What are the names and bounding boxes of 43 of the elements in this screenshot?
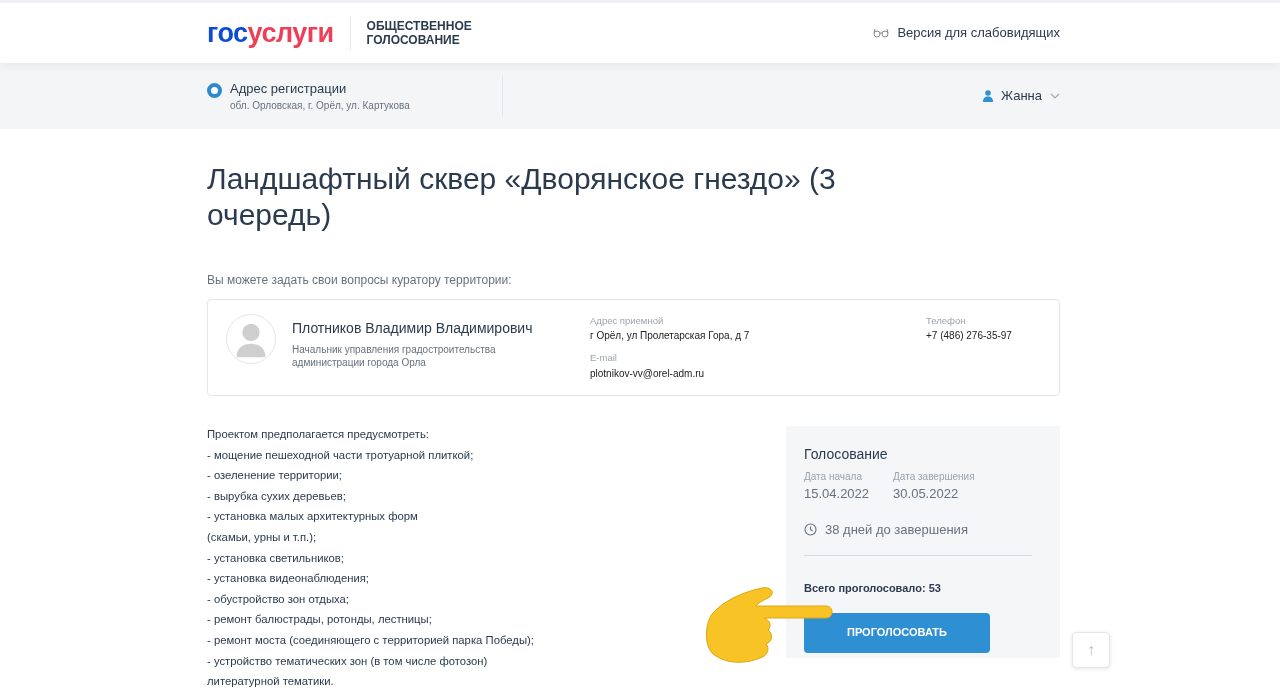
curator-name: Плотников Владимир Владимирович <box>292 319 534 338</box>
clock-icon <box>804 522 817 536</box>
voting-title: Голосование <box>804 445 889 464</box>
description-line: - вырубка сухих деревьев; <box>207 488 347 504</box>
user-icon <box>983 90 994 102</box>
description-line: - устройство тематических зон (в том числе фотозон) <box>207 653 489 669</box>
description-line: - ремонт моста (соединяющего с территорией парка Победы); <box>207 632 534 648</box>
logo[interactable]: госуслуги <box>207 19 334 47</box>
date-label: Дата начала <box>804 470 863 484</box>
address-label: Адрес регистрации <box>230 79 348 98</box>
chevron-down-icon <box>1050 93 1060 99</box>
accessibility-link[interactable]: Версия для слабовидящих <box>873 23 1060 43</box>
description-line: литературной тематики. <box>207 674 335 690</box>
user-menu[interactable]: Жанна <box>983 86 1060 106</box>
description-line: (скамьи, урны и т.п.); <box>207 529 318 545</box>
address-text: обл. Орловская, г. Орёл, ул. Картукова <box>230 99 410 114</box>
address-radio[interactable] <box>207 82 222 98</box>
description-line: - обустройство зон отдыха; <box>207 591 350 607</box>
date-value: 15.04.2022 <box>804 485 870 503</box>
description-line: - установка светильников; <box>207 550 345 566</box>
avatar-icon <box>226 314 276 364</box>
email-text: plotnikov-vv@orel-adm.ru <box>590 366 706 381</box>
date-value: 30.05.2022 <box>893 485 960 503</box>
curator-position: Начальник управления градостроительства администрации города Орла <box>292 343 497 369</box>
field-label: E-mail <box>590 351 618 366</box>
description-line: - ремонт балюстрады, ротонды, лестницы; <box>207 612 433 628</box>
page-title: Ландшафтный сквер «Дворянское гнездо» (3 очередь) <box>207 161 837 233</box>
vote-button[interactable]: ПРОГОЛОСОВАТЬ <box>804 612 990 653</box>
field-value: +7 (486) 276-35-97 <box>926 329 1012 344</box>
description-line: - установка малых архитектурных форм <box>207 509 419 525</box>
vote-total: Всего проголосовало: 53 <box>804 581 942 596</box>
description-line: - озеленение территории; <box>207 468 343 484</box>
description-line: Проектом предполагается предусмотреть: <box>207 427 430 442</box>
glasses-icon <box>873 28 890 38</box>
curator-intro: Вы можете задать свои вопросы куратору территории: <box>207 272 513 289</box>
field-label: Адрес приемной <box>590 314 665 328</box>
days-remaining: 38 дней до завершения <box>825 520 968 539</box>
service-title: ОБЩЕСТВЕННОЕ ГОЛОСОВАНИЕ <box>366 19 473 47</box>
description-line: - установка видеонаблюдения; <box>207 571 370 587</box>
date-label: Дата завершения <box>893 470 975 484</box>
description-line: - мощение пешеходной части тротуарной плиткой; <box>207 447 475 463</box>
field-label: Телефон <box>926 314 967 328</box>
field-value: г Орёл, ул Пролетарская Гора, д 7 <box>590 329 751 344</box>
